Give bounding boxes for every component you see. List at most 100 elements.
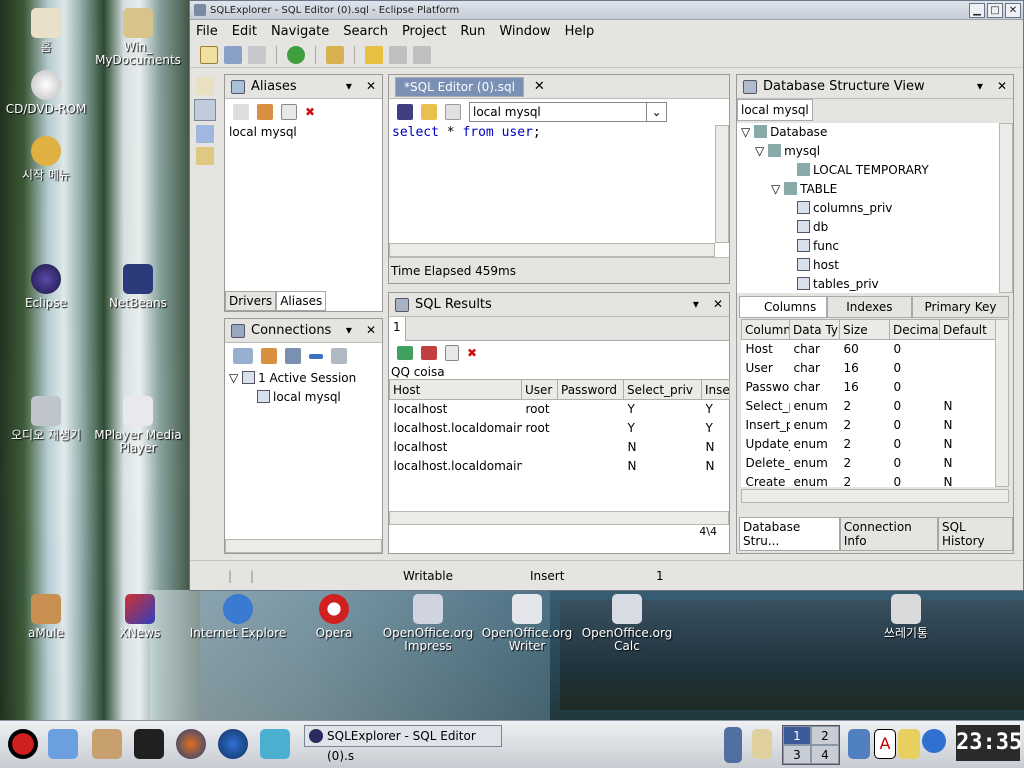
tree-node-table-item[interactable]: func [741, 237, 1013, 256]
window-titlebar[interactable]: SQLExplorer - SQL Editor (0).sql - Eclip… [190, 1, 1023, 20]
view-menu-icon[interactable]: ▾ [346, 79, 352, 93]
menu-help[interactable]: Help [565, 24, 595, 39]
close-view-icon[interactable]: ✕ [366, 79, 376, 93]
table-row[interactable]: Select_penum 2 0 N [742, 397, 998, 416]
execute-sql-icon[interactable] [397, 104, 413, 120]
connection-node[interactable]: local mysql [229, 388, 382, 407]
tab-columns[interactable]: Columns [739, 296, 828, 318]
workspace-2[interactable]: 2 [811, 726, 839, 745]
horizontal-scrollbar[interactable] [225, 539, 382, 553]
desktop-icon-mplayer[interactable]: MPlayer Media Player [88, 396, 188, 455]
column-header[interactable]: Decimal [889, 319, 940, 340]
forward-arrow-icon[interactable] [413, 45, 431, 64]
tab-aliases[interactable]: Aliases [276, 291, 327, 311]
desktop-icon-audio-player[interactable]: 오디오 재생기 [0, 396, 96, 442]
edit-connection-icon[interactable] [261, 348, 277, 364]
column-header[interactable]: Password [557, 379, 624, 400]
desktop-icon-trash[interactable]: 쓰레기통 [856, 594, 956, 640]
tab-local-mysql[interactable]: local mysql [737, 99, 813, 121]
tab-database-structure[interactable]: Database Stru... [739, 517, 840, 551]
close-editor-icon[interactable]: ✕ [534, 79, 545, 94]
desktop-icon-cdrom[interactable]: CD/DVD-ROM [0, 70, 96, 116]
horizontal-scrollbar[interactable] [741, 489, 1009, 503]
column-header[interactable]: Default [939, 319, 997, 340]
vertical-scrollbar[interactable] [715, 125, 729, 243]
volume-icon[interactable] [724, 727, 742, 763]
table-row[interactable]: Host char 60 0 [742, 340, 998, 359]
firefox-icon[interactable] [176, 729, 206, 759]
tab-sql-editor[interactable]: *SQL Editor (0).sql [395, 76, 524, 97]
desktop-icon-writer[interactable]: OpenOffice.org Writer [477, 594, 577, 653]
open-file-icon[interactable] [421, 104, 437, 120]
export-alt-icon[interactable] [421, 346, 437, 360]
commit-icon[interactable] [285, 348, 301, 364]
minimize-button[interactable]: ▁ [969, 3, 985, 18]
chevron-down-icon[interactable]: ⌄ [646, 103, 666, 121]
maximize-button[interactable]: □ [987, 3, 1003, 18]
alias-item[interactable]: local mysql [225, 125, 382, 139]
desktop-icon-calc[interactable]: OpenOffice.org Calc [577, 594, 677, 653]
copy-results-icon[interactable] [445, 345, 459, 361]
file-manager-icon[interactable] [92, 729, 122, 759]
table-row[interactable]: Passwo char 16 0 [742, 378, 998, 397]
tree-node-local-temporary[interactable]: LOCAL TEMPORARY [741, 161, 1013, 180]
back-arrow-icon[interactable] [389, 45, 407, 64]
column-header[interactable]: Inser [701, 379, 730, 400]
view-menu-icon[interactable]: ▾ [346, 323, 352, 337]
connect-icon[interactable] [233, 348, 253, 364]
table-row[interactable]: localhost N N [390, 438, 730, 457]
tree-node-mysql[interactable]: ▽ mysql [741, 142, 1013, 161]
update-check-icon[interactable] [922, 729, 946, 753]
tree-node-table-item[interactable]: columns_priv [741, 199, 1013, 218]
table-row[interactable]: Insert_p enum 2 0 N [742, 416, 998, 435]
edit-alias-icon[interactable] [257, 104, 273, 120]
tree-node-table[interactable]: ▽ TABLE [741, 180, 1013, 199]
clear-editor-icon[interactable] [445, 104, 461, 120]
workspace-3[interactable]: 3 [783, 745, 811, 764]
open-perspective-icon[interactable] [196, 77, 214, 95]
run-icon[interactable] [287, 45, 305, 64]
session-node[interactable]: ▽ 1 Active Session [229, 369, 382, 388]
menu-edit[interactable]: Edit [232, 24, 257, 39]
tab-connection-info[interactable]: Connection Info [839, 517, 938, 551]
save-icon[interactable] [224, 45, 242, 64]
input-method-icon[interactable]: A [874, 729, 896, 759]
menu-window[interactable]: Window [499, 24, 550, 39]
desktop-icon-xnews[interactable]: XNews [90, 594, 190, 640]
clipboard-icon[interactable] [752, 729, 772, 759]
close-view-icon[interactable]: ✕ [997, 79, 1007, 93]
thunderbird-icon[interactable] [218, 729, 248, 759]
column-header[interactable]: User [521, 379, 558, 400]
view-menu-icon[interactable]: ▾ [977, 79, 983, 93]
tree-node-database[interactable]: ▽ Database [741, 123, 1013, 142]
table-row[interactable]: Update_enum 2 0 N [742, 435, 998, 454]
menu-project[interactable]: Project [402, 24, 446, 39]
horizontal-scrollbar[interactable] [389, 243, 715, 257]
disconnect-icon[interactable] [309, 353, 323, 359]
desktop-icon-home[interactable]: 홈 [0, 8, 96, 54]
tab-indexes[interactable]: Indexes [827, 296, 912, 318]
tools-icon[interactable] [326, 45, 344, 64]
menu-run[interactable]: Run [460, 24, 485, 39]
redhat-menu-icon[interactable] [8, 729, 38, 759]
show-desktop-icon[interactable] [48, 729, 78, 759]
tab-drivers[interactable]: Drivers [225, 291, 277, 311]
results-tab-1[interactable]: 1 [389, 317, 406, 341]
desktop-icon-eclipse[interactable]: Eclipse [0, 264, 96, 310]
tree-node-table-item[interactable]: db [741, 218, 1013, 237]
resource-perspective-icon[interactable] [196, 147, 214, 165]
new-alias-icon[interactable] [233, 104, 249, 120]
table-row[interactable]: localhost.localdomain root Y Y [390, 419, 730, 438]
vertical-scrollbar[interactable] [995, 319, 1009, 487]
export-icon[interactable] [397, 346, 413, 360]
horizontal-scrollbar[interactable] [389, 511, 729, 525]
app-launcher-icon[interactable] [260, 729, 290, 759]
menu-file[interactable]: File [196, 24, 218, 39]
alias-select[interactable]: local mysql ⌄ [469, 102, 667, 122]
table-row[interactable]: localhost.localdomain N N [390, 457, 730, 476]
vertical-scrollbar[interactable] [999, 123, 1013, 293]
menu-navigate[interactable]: Navigate [271, 24, 329, 39]
column-header[interactable]: Select_priv [623, 379, 702, 400]
network-icon[interactable] [848, 729, 870, 759]
print-icon[interactable] [248, 45, 266, 64]
